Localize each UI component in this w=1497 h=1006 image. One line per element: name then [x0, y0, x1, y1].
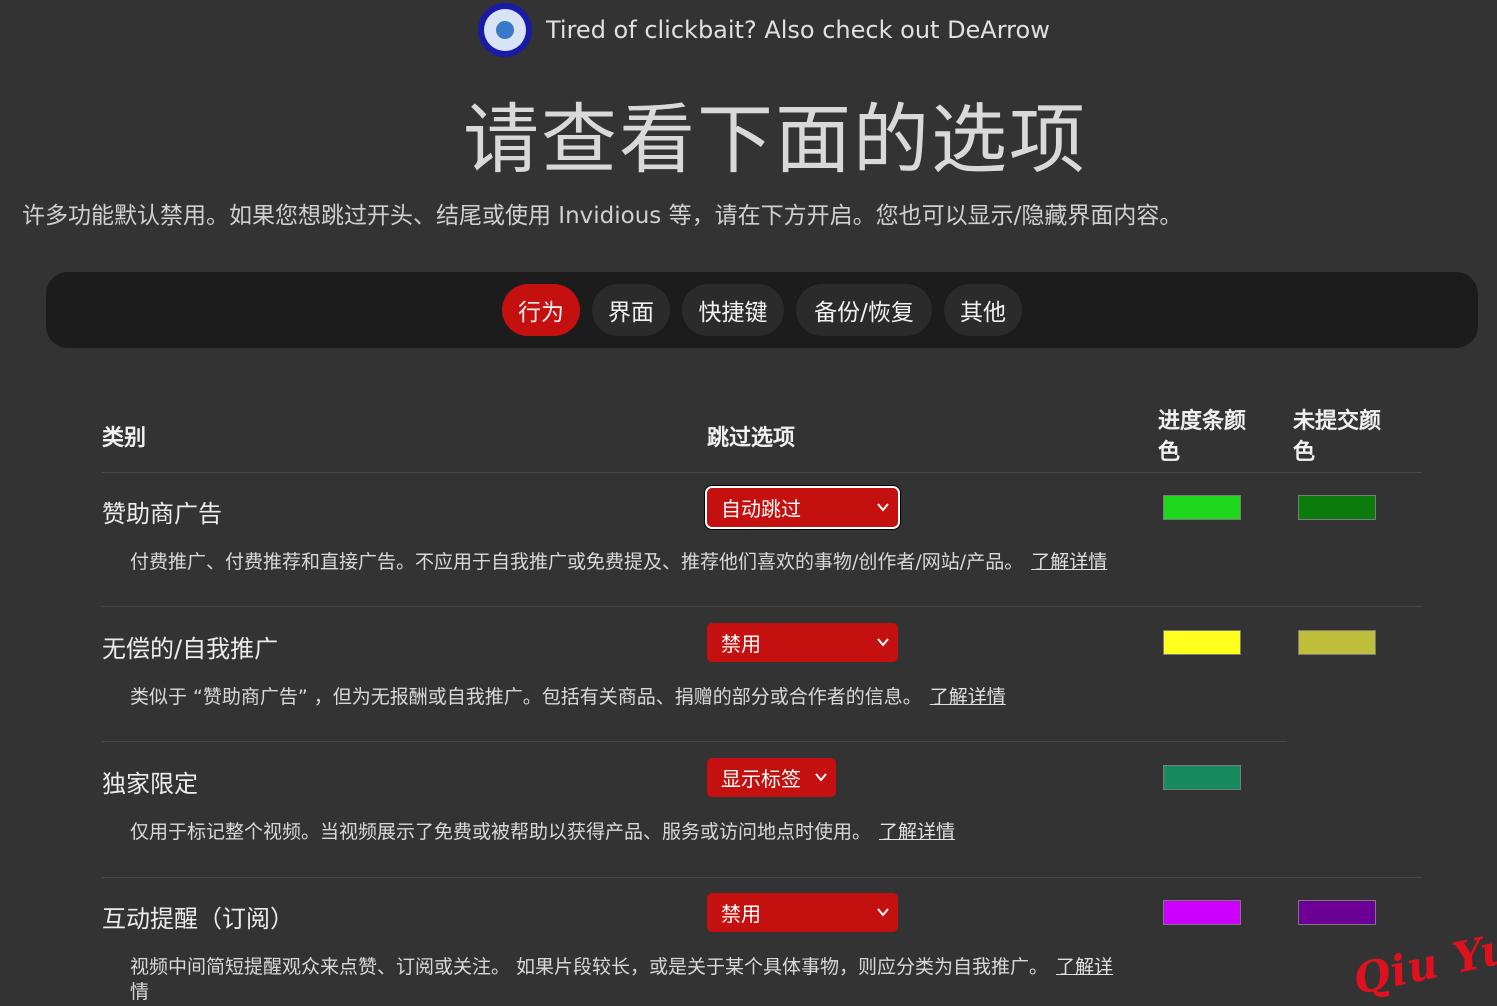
skip-option-value: 自动跳过 — [721, 497, 801, 521]
unsubmitted-color-swatch[interactable] — [1298, 900, 1376, 925]
page-title: 请查看下面的选项 — [463, 95, 1087, 184]
unsubmitted-color-swatch[interactable] — [1298, 495, 1376, 520]
header-category: 类别 — [102, 426, 147, 451]
bar-color-swatch[interactable] — [1163, 900, 1241, 925]
bar-color-swatch[interactable] — [1163, 630, 1241, 655]
category-description: 付费推广、付费推荐和直接广告。不应用于自我推广或免费提及、推荐他们喜欢的事物/创… — [130, 551, 1108, 573]
tab-shortcuts[interactable]: 快捷键 — [682, 284, 784, 336]
tab-interface[interactable]: 界面 — [592, 284, 670, 336]
row-divider — [102, 606, 1422, 607]
bar-color-swatch[interactable] — [1163, 765, 1241, 790]
skip-option-value: 禁用 — [721, 902, 761, 926]
page-subtitle: 许多功能默认禁用。如果您想跳过开头、结尾或使用 Invidious 等，请在下方… — [22, 203, 1183, 229]
skip-option-select[interactable]: 禁用 — [707, 893, 898, 932]
header-divider — [102, 472, 1422, 473]
header-skip-option: 跳过选项 — [707, 426, 796, 451]
learn-more-wrap: 情 — [130, 981, 150, 1003]
bar-color-swatch[interactable] — [1163, 495, 1241, 520]
learn-more-link[interactable]: 了解详情 — [879, 821, 955, 843]
learn-more-link[interactable]: 了解详 — [1056, 956, 1113, 978]
category-name: 无偿的/自我推广 — [102, 635, 279, 663]
skip-option-select[interactable]: 自动跳过 — [705, 486, 900, 529]
learn-more-link[interactable]: 了解详情 — [1031, 551, 1107, 573]
skip-option-select[interactable]: 显示标签 — [707, 758, 836, 797]
skip-option-value: 显示标签 — [721, 767, 801, 791]
watermark: Qiu Yue — [1348, 916, 1497, 1005]
chevron-down-icon — [815, 773, 827, 782]
category-description: 类似于 “赞助商广告” ，但为无报酬或自我推广。包括有关商品、捐赠的部分或合作者… — [130, 686, 1006, 708]
row-divider — [102, 877, 1422, 878]
header-unsubmitted-color-line2: 色 — [1293, 440, 1316, 465]
learn-more-link[interactable]: 了解详情 — [930, 686, 1006, 708]
options-page: Tired of clickbait? Also check out DeArr… — [0, 0, 1497, 1006]
category-description: 视频中间简短提醒观众来点赞、订阅或关注。 如果片段较长，或是关于某个具体事物，则… — [130, 956, 1114, 1003]
skip-option-select[interactable]: 禁用 — [707, 623, 898, 662]
category-name: 赞助商广告 — [102, 500, 222, 528]
header-bar-color-line2: 色 — [1158, 440, 1181, 465]
header-bar-color: 进度条颜 色 — [1158, 406, 1246, 468]
chevron-down-icon — [877, 503, 889, 512]
dearrow-logo-icon — [478, 3, 532, 57]
unsubmitted-color-swatch[interactable] — [1298, 630, 1376, 655]
dearrow-banner[interactable]: Tired of clickbait? Also check out DeArr… — [478, 3, 1050, 57]
category-name: 独家限定 — [102, 770, 198, 798]
tab-behavior[interactable]: 行为 — [502, 284, 580, 336]
category-description: 仅用于标记整个视频。当视频展示了免费或被帮助以获得产品、服务或访问地点时使用。了… — [130, 821, 956, 843]
skip-option-value: 禁用 — [721, 632, 761, 656]
header-unsubmitted-color: 未提交颜 色 — [1293, 406, 1381, 468]
row-divider — [102, 741, 1287, 742]
dearrow-banner-text[interactable]: Tired of clickbait? Also check out DeArr… — [546, 16, 1050, 44]
tab-bar: 行为 界面 快捷键 备份/恢复 其他 — [46, 272, 1478, 348]
category-name: 互动提醒（订阅） — [102, 905, 294, 933]
header-unsubmitted-color-line1: 未提交颜 — [1293, 409, 1382, 434]
chevron-down-icon — [877, 908, 889, 917]
header-bar-color-line1: 进度条颜 — [1158, 409, 1247, 434]
tab-backup-restore[interactable]: 备份/恢复 — [796, 284, 932, 336]
chevron-down-icon — [877, 638, 889, 647]
tab-other[interactable]: 其他 — [944, 284, 1022, 336]
